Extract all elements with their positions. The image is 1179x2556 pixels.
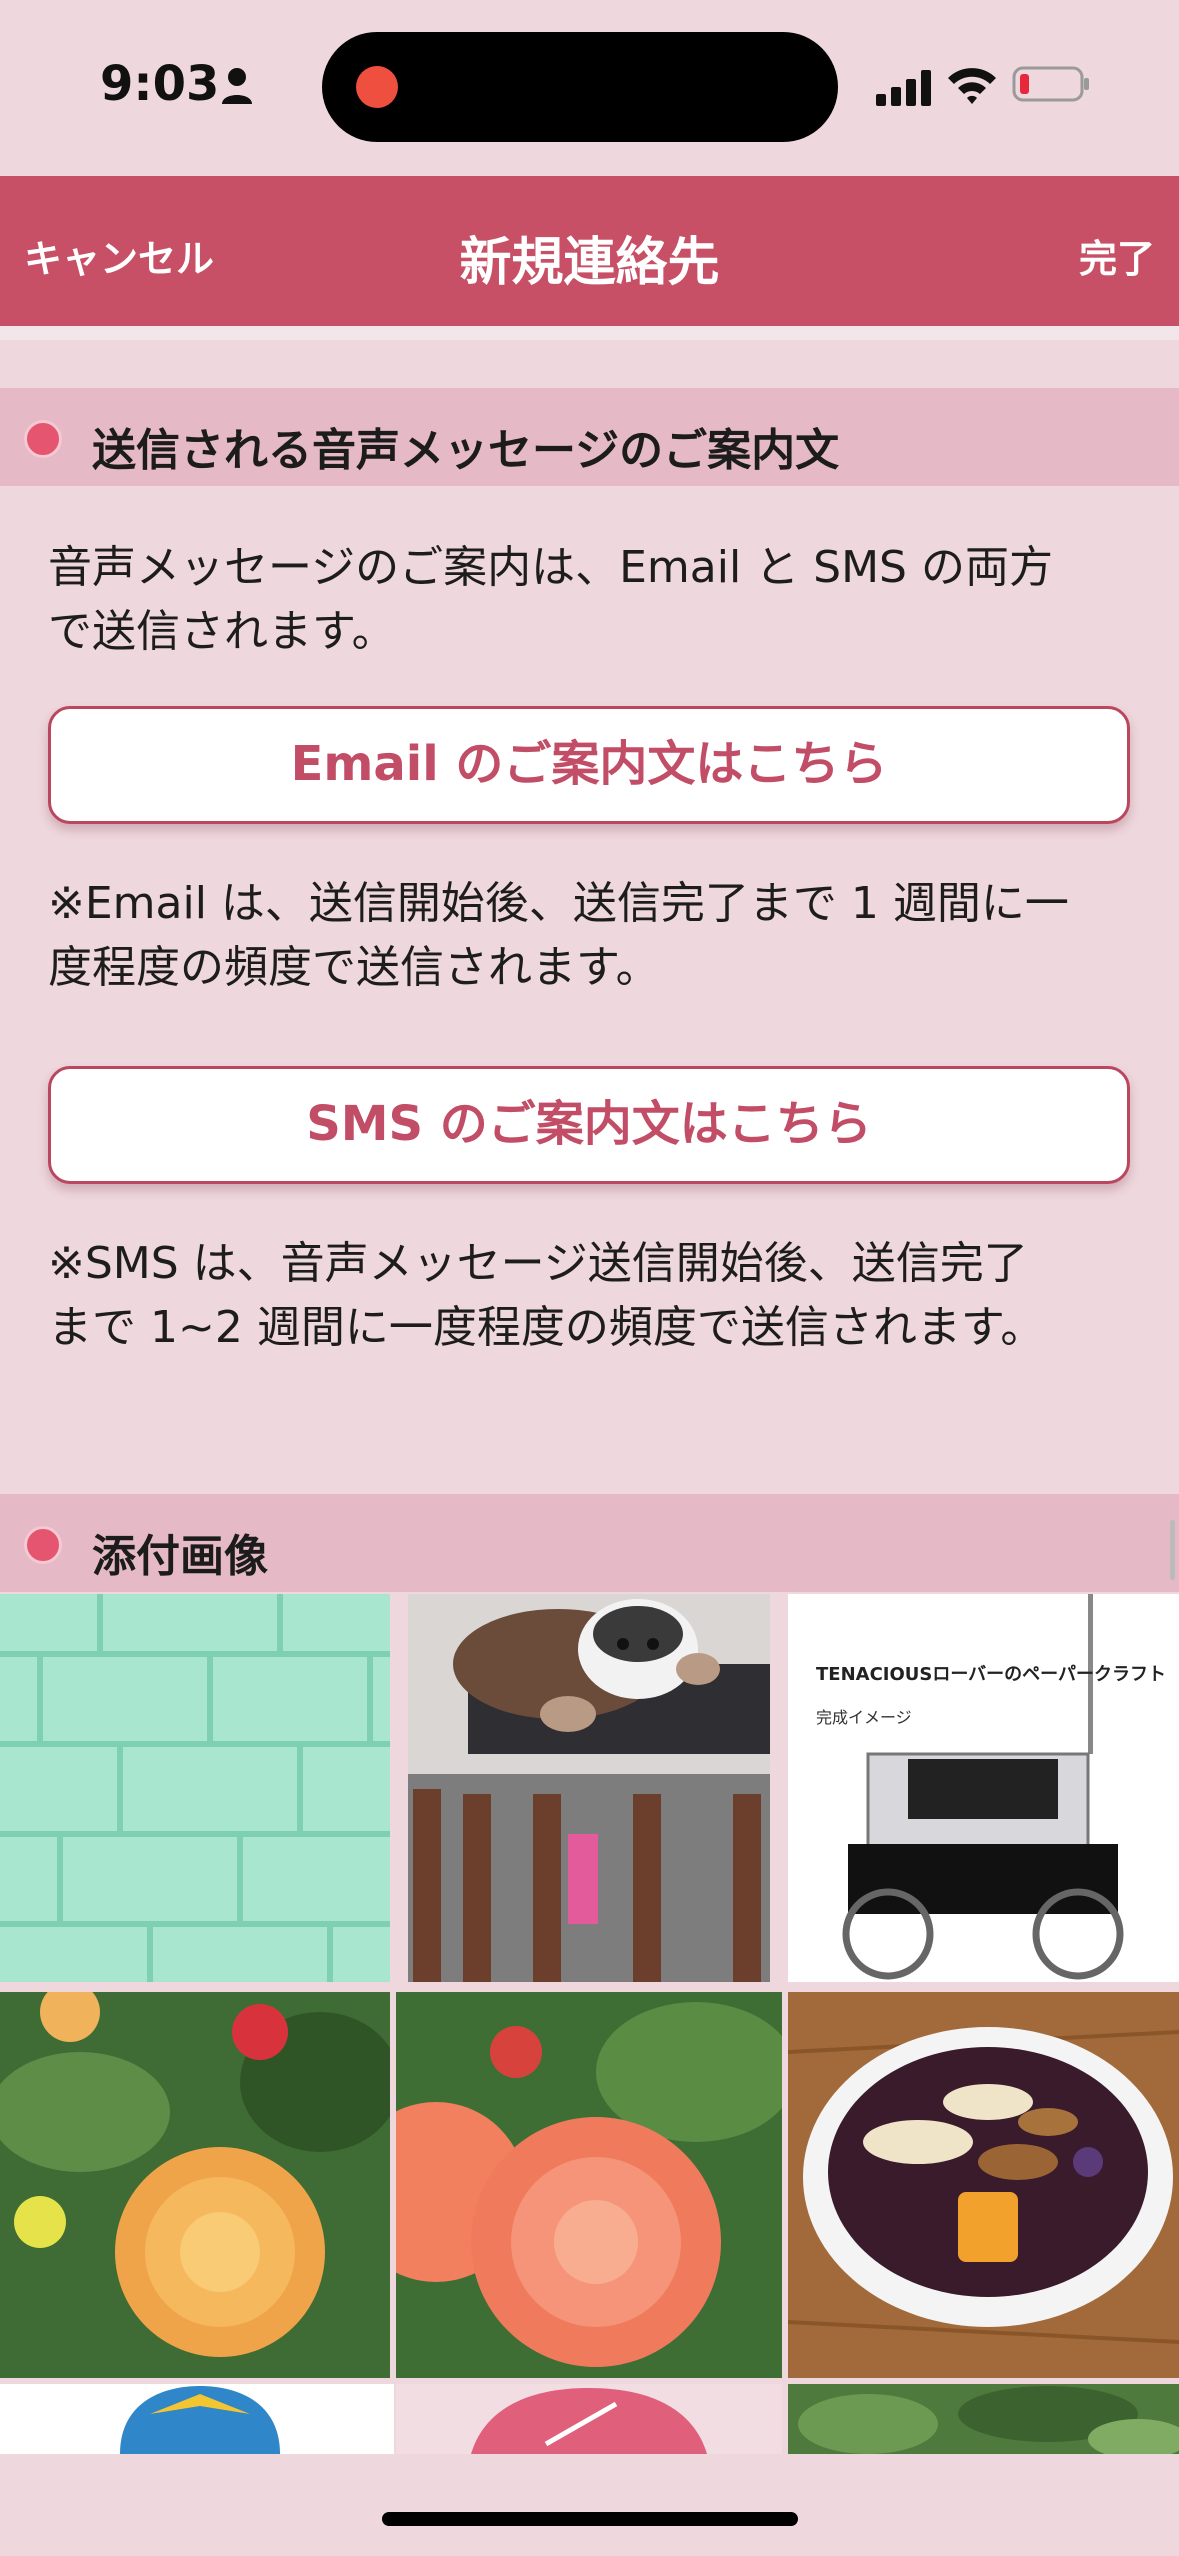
attachment-section-header: 添付画像 <box>0 1494 1179 1592</box>
email-note-line-2: 度程度の頻度で送信されます。 <box>48 942 660 993</box>
attached-image-cartoon[interactable] <box>0 2384 394 2454</box>
bullet-dot-icon <box>24 420 62 458</box>
attachment-section-title: 添付画像 <box>92 1531 268 1582</box>
done-button[interactable]: 完了 <box>1079 228 1155 283</box>
attached-image-leaves[interactable] <box>788 2384 1179 2454</box>
attached-image-rover[interactable]: TENACIOUSローバーのペーパークラフト 完成イメージ <box>788 1594 1179 1982</box>
voice-message-section-title: 送信される音声メッセージのご案内文 <box>92 425 840 476</box>
attached-image-salmon-dahlia[interactable] <box>396 1992 782 2378</box>
attached-image-orange-dahlia[interactable] <box>0 1992 390 2378</box>
voice-intro-line-2: で送信されます。 <box>48 606 396 657</box>
attached-image-husky[interactable] <box>408 1594 770 1982</box>
voice-message-section-header: 送信される音声メッセージのご案内文 <box>0 388 1179 486</box>
page-title: 新規連絡先 <box>459 233 720 293</box>
status-time: 9:03 <box>100 56 220 112</box>
status-bar: 9:03 <box>0 0 1179 176</box>
orange-dahlia-image <box>0 1992 390 2378</box>
cartoon-character-image <box>0 2384 394 2454</box>
rover-image <box>788 1594 1179 1982</box>
sms-note-line-2: まで 1~2 週間に一度程度の頻度で送信されます。 <box>48 1302 1045 1353</box>
attached-image-acai-bowl[interactable] <box>788 1992 1179 2378</box>
email-guide-button[interactable]: Email のご案内文はこちら <box>48 706 1130 824</box>
leaves-image <box>788 2384 1179 2454</box>
sms-note-text: ※SMS は、音声メッセージ送信開始後、送信完了 まで 1~2 週間に一度程度の… <box>48 1232 1138 1360</box>
signal-icon <box>876 70 931 106</box>
battery-icon <box>1012 66 1089 102</box>
rover-image-caption: TENACIOUSローバーのペーパークラフト <box>816 1664 1166 1685</box>
new-contact-screen: 9:03 キャンセル 新規連絡先 完了 送信される音声メッセージのご案内文 音声… <box>0 0 1179 2556</box>
acai-bowl-image <box>788 1992 1179 2378</box>
sms-note-line-1: ※SMS は、音声メッセージ送信開始後、送信完了 <box>48 1238 1028 1289</box>
home-indicator[interactable] <box>382 2512 798 2526</box>
bullet-dot-icon <box>24 1526 62 1564</box>
rover-image-subcaption: 完成イメージ <box>816 1708 912 1727</box>
voice-intro-text: 音声メッセージのご案内は、Email と SMS の両方 で送信されます。 <box>48 536 1138 664</box>
pink-logo-image <box>396 2384 782 2454</box>
dynamic-island <box>322 32 838 142</box>
attached-image-grid: TENACIOUSローバーのペーパークラフト 完成イメージ <box>0 1594 1179 2454</box>
email-note-line-1: ※Email は、送信開始後、送信完了まで 1 週間に一 <box>48 878 1069 929</box>
divider <box>0 326 1179 340</box>
attached-image-pink-logo[interactable] <box>396 2384 782 2454</box>
wifi-icon <box>948 68 996 104</box>
attached-image-brick-wall[interactable] <box>0 1594 390 1982</box>
voice-intro-line-1: 音声メッセージのご案内は、Email と SMS の両方 <box>48 542 1053 593</box>
scrollbar[interactable] <box>1170 1520 1175 1580</box>
navigation-bar: キャンセル 新規連絡先 完了 <box>0 176 1179 326</box>
sms-guide-button[interactable]: SMS のご案内文はこちら <box>48 1066 1130 1184</box>
brick-wall-image <box>0 1594 390 1982</box>
email-note-text: ※Email は、送信開始後、送信完了まで 1 週間に一 度程度の頻度で送信され… <box>48 872 1138 1000</box>
husky-image <box>408 1594 770 1982</box>
salmon-dahlia-image <box>396 1992 782 2378</box>
recording-indicator-icon <box>356 66 398 108</box>
person-icon <box>222 68 252 104</box>
